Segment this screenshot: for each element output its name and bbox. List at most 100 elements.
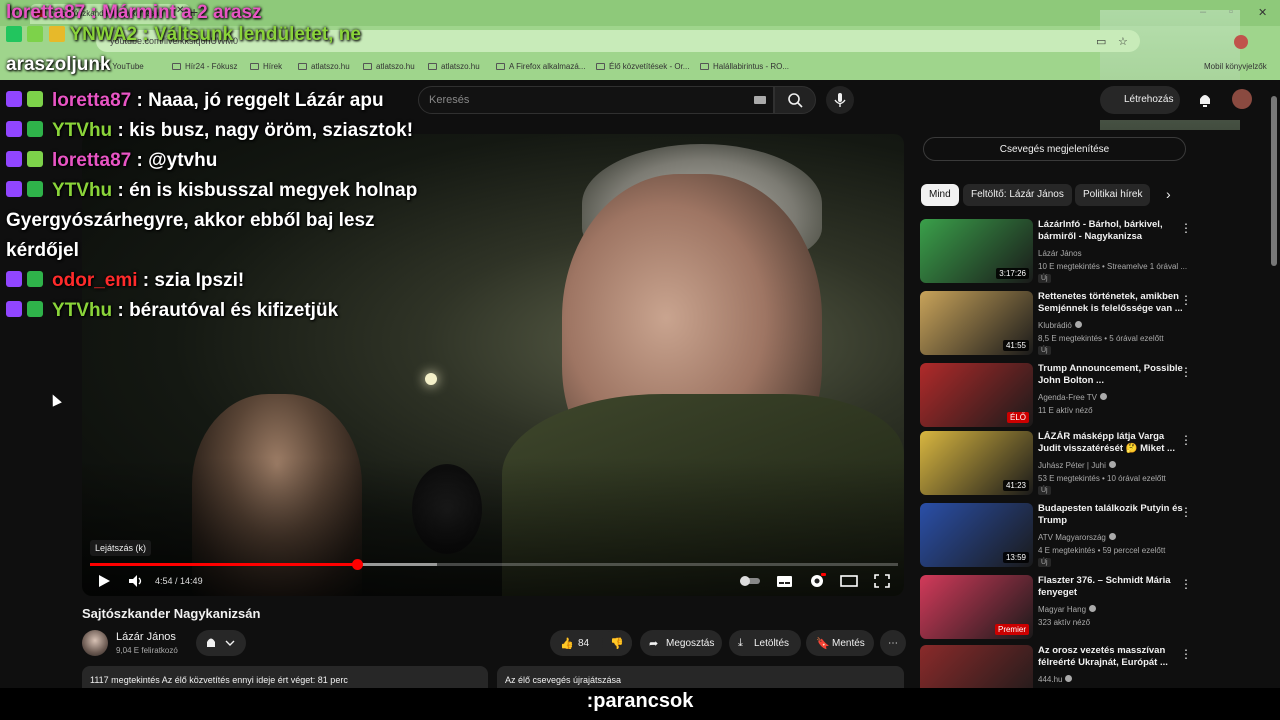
more-vertical-icon[interactable]: ⋮: [1180, 505, 1192, 519]
bookmark-item[interactable]: Hírek: [250, 62, 282, 71]
recommendation-title[interactable]: Rettenetes történetek, amikben Semjénnek…: [1038, 291, 1188, 315]
recommendation-channel[interactable]: Agenda-Free TV: [1038, 393, 1107, 402]
close-window-icon[interactable]: ✕: [1258, 6, 1267, 19]
recommendation-card[interactable]: ÉLŐ Trump Announcement, Possible John Bol…: [920, 363, 1270, 427]
bookmark-item[interactable]: Hír24 - Fókusz: [172, 62, 237, 71]
recommendation-channel[interactable]: Klubrádió: [1038, 321, 1082, 330]
bookmark-star-icon[interactable]: ☆: [1118, 35, 1128, 48]
play-button[interactable]: [96, 571, 112, 591]
chevron-right-icon[interactable]: ›: [1166, 186, 1171, 202]
create-button[interactable]: Létrehozás: [1100, 86, 1180, 114]
recommendation-title[interactable]: Az orosz vezetés masszívan félreérté Ukr…: [1038, 645, 1188, 669]
stream-subtitle: :parancsok: [586, 690, 694, 712]
scrollbar[interactable]: [1270, 86, 1278, 686]
overlay-chat-line: kérdőjel: [6, 236, 426, 266]
bookmark-item[interactable]: atlatszo.hu: [428, 62, 480, 71]
more-vertical-icon[interactable]: ⋮: [1180, 433, 1192, 447]
recommendation-channel[interactable]: 444.hu: [1038, 675, 1073, 684]
video-thumbnail[interactable]: ÉLŐ: [920, 363, 1033, 427]
folder-icon: [172, 63, 181, 70]
recommendation-card[interactable]: 3:17:26 LázárInfó - Bárhol, bárkivel, bár…: [920, 219, 1270, 283]
bookmark-item[interactable]: atlatszo.hu: [363, 62, 415, 71]
more-vertical-icon[interactable]: ⋮: [1180, 221, 1192, 235]
chat-nickname: loretta87: [52, 150, 132, 171]
recommendation-title[interactable]: LÁZÁR másképp látja Varga Judit visszaté…: [1038, 431, 1188, 455]
chip-all[interactable]: Mind: [921, 184, 959, 206]
share-icon: ➦: [649, 638, 659, 650]
video-thumbnail[interactable]: Premier: [920, 575, 1033, 639]
download-button[interactable]: ⤓ Letöltés: [729, 630, 801, 656]
emote-icon: [48, 26, 65, 42]
bookmark-item[interactable]: A Firefox alkalmazá...: [496, 62, 585, 71]
progress-played: [90, 563, 358, 566]
theater-mode-button[interactable]: [840, 571, 858, 591]
twitch-icon: [6, 271, 22, 287]
folder-icon: [596, 63, 605, 70]
chat-badge-icon: [27, 301, 43, 317]
recommendation-card[interactable]: 13:59 Budapesten találkozik Putyin és Tru…: [920, 503, 1270, 567]
verified-icon: [1108, 461, 1116, 468]
recommendation-title[interactable]: Flaszter 376. – Schmidt Mária fenyeget: [1038, 575, 1188, 599]
dislike-button[interactable]: 👎: [602, 630, 632, 656]
recommendation-meta: 8,5 E megtekintés • 5 órával ezelőtt: [1038, 334, 1164, 343]
recommendation-channel[interactable]: Lázár János: [1038, 249, 1082, 258]
search-input[interactable]: Keresés: [418, 86, 774, 114]
duration-badge: 13:59: [1002, 552, 1029, 563]
search-button[interactable]: [774, 86, 816, 114]
more-vertical-icon[interactable]: ⋮: [1180, 647, 1192, 661]
chat-message: bérautóval és kifizetjük: [129, 300, 339, 321]
voice-search-button[interactable]: [826, 86, 854, 114]
share-button[interactable]: ➦ Megosztás: [640, 630, 722, 656]
fullscreen-icon: [874, 574, 890, 588]
chip-political-news[interactable]: Politikai hírek: [1075, 184, 1151, 206]
bookmark-item[interactable]: Élő közvetítések - Or...: [596, 62, 689, 71]
subtitles-button[interactable]: [776, 571, 794, 591]
settings-button[interactable]: [808, 571, 826, 591]
firefox-account-icon[interactable]: [1234, 35, 1248, 49]
channel-name[interactable]: Lázár János: [116, 631, 176, 643]
chat-message: Naaa, jó reggelt Lázár apu: [148, 90, 384, 111]
video-thumbnail[interactable]: 41:55: [920, 291, 1033, 355]
notifications-bell-icon[interactable]: [1196, 90, 1214, 110]
recommendation-card[interactable]: Premier Flaszter 376. – Schmidt Mária fen…: [920, 575, 1270, 639]
channel-avatar[interactable]: [82, 630, 108, 656]
keyboard-icon[interactable]: [754, 96, 766, 104]
account-avatar[interactable]: [1232, 89, 1252, 109]
recommendation-title[interactable]: Budapesten találkozik Putyin és Trump: [1038, 503, 1188, 527]
folder-icon: [250, 63, 259, 70]
more-actions-button[interactable]: ⋯: [880, 630, 906, 656]
more-vertical-icon[interactable]: ⋮: [1180, 365, 1192, 379]
more-vertical-icon[interactable]: ⋮: [1180, 577, 1192, 591]
reader-view-icon[interactable]: ▭: [1096, 35, 1106, 48]
volume-button[interactable]: [127, 571, 145, 591]
recommendation-channel[interactable]: ATV Magyarország: [1038, 533, 1116, 542]
more-vertical-icon[interactable]: ⋮: [1180, 293, 1192, 307]
show-chat-button[interactable]: Csevegés megjelenítése: [923, 137, 1186, 161]
fullscreen-button[interactable]: [873, 571, 891, 591]
video-thumbnail[interactable]: 41:23: [920, 431, 1033, 495]
autoplay-toggle[interactable]: [738, 571, 762, 591]
recommendation-card[interactable]: 41:55 Rettenetes történetek, amikben Semj…: [920, 291, 1270, 355]
subtitles-icon: [777, 576, 792, 587]
progress-bar[interactable]: [90, 559, 898, 570]
recommendation-meta: 4 E megtekintés • 59 perccel ezelőtt: [1038, 546, 1166, 555]
duration-badge: Premier: [994, 624, 1029, 635]
chip-uploader[interactable]: Feltöltő: Lázár János: [963, 184, 1072, 206]
chat-badge-icon: [27, 181, 43, 197]
thumbs-up-icon: 👍: [560, 638, 574, 650]
bookmark-item[interactable]: Halállabirintus - RO...: [700, 62, 789, 71]
mobile-bookmarks[interactable]: Mobil könyvjelzők: [1204, 62, 1267, 71]
scrollbar-thumb[interactable]: [1271, 96, 1277, 266]
recommendation-channel[interactable]: Juhász Péter | Juhi: [1038, 461, 1116, 470]
subscription-bell-button[interactable]: [196, 630, 246, 656]
recommendation-card[interactable]: 41:23 LÁZÁR másképp látja Varga Judit vis…: [920, 431, 1270, 495]
theater-mode-icon: [840, 575, 858, 587]
recommendation-title[interactable]: LázárInfó - Bárhol, bárkivel, bármiről -…: [1038, 219, 1188, 243]
video-thumbnail[interactable]: 3:17:26: [920, 219, 1033, 283]
recommendation-title[interactable]: Trump Announcement, Possible John Bolton…: [1038, 363, 1188, 387]
recommendation-channel[interactable]: Magyar Hang: [1038, 605, 1097, 614]
bookmark-item[interactable]: atlatszo.hu: [298, 62, 350, 71]
video-thumbnail[interactable]: 13:59: [920, 503, 1033, 567]
chat-nickname: YTVhu: [52, 120, 113, 141]
save-button[interactable]: 🔖 Mentés: [806, 630, 874, 656]
